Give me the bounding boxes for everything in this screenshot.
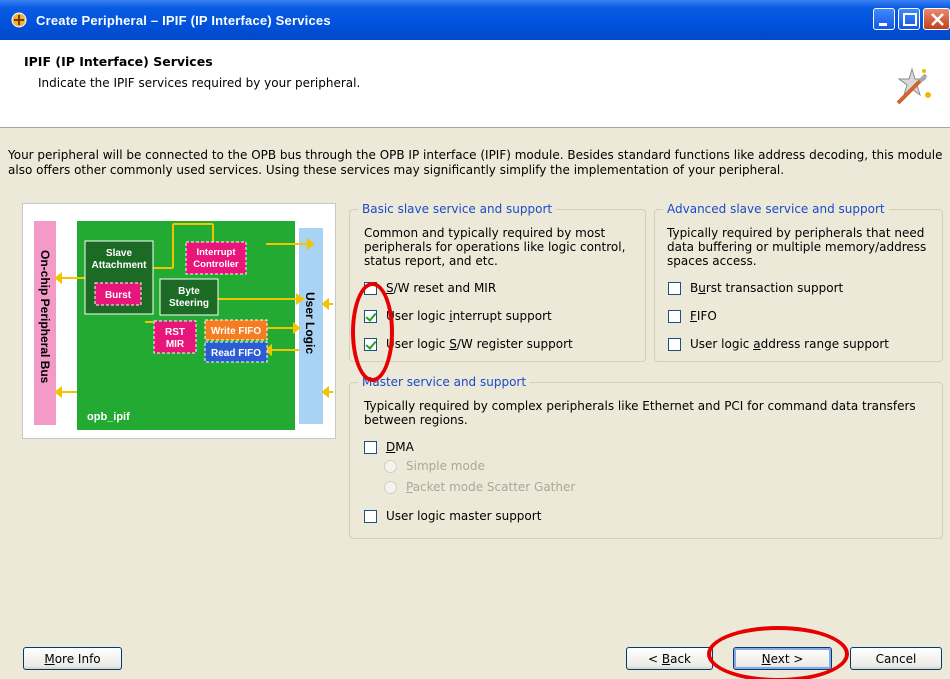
mir-label: MIR (166, 339, 185, 350)
burst-label: Burst (105, 290, 132, 301)
more-info-label: More Info (44, 651, 101, 666)
back-button[interactable]: < Back (626, 647, 713, 670)
user-logic-sw-register-label: User logic S/W register support (386, 337, 573, 351)
fifo-option[interactable]: FIFO (668, 309, 717, 323)
burst-transaction-label: Burst transaction support (690, 281, 844, 295)
byte-steering-label: Byte (178, 286, 200, 297)
fifo-checkbox[interactable] (668, 309, 681, 323)
advanced-slave-legend: Advanced slave service and support (663, 202, 889, 216)
simple-mode-label: Simple mode (406, 459, 485, 473)
address-range-option[interactable]: User logic address range support (668, 337, 889, 351)
back-label: < Back (647, 651, 691, 666)
close-icon (931, 13, 944, 26)
user-logic-interrupt-label: User logic interrupt support (386, 309, 552, 323)
page-title: IPIF (IP Interface) Services (24, 54, 213, 69)
close-button[interactable] (923, 8, 950, 30)
sw-reset-mir-label: S/W reset and MIR (386, 281, 497, 295)
advanced-slave-description: Typically required by peripherals that n… (667, 226, 927, 268)
slave-attachment-label: Slave (106, 248, 133, 259)
more-info-button[interactable]: More Info (23, 647, 122, 670)
fifo-label: FIFO (690, 309, 717, 323)
module-label: opb_ipif (87, 411, 130, 423)
packet-mode-radio[interactable] (384, 480, 397, 494)
master-support-checkbox[interactable] (364, 509, 377, 523)
burst-transaction-option[interactable]: Burst transaction support (668, 281, 843, 295)
simple-mode-radio[interactable] (384, 459, 397, 473)
address-range-label: User logic address range support (690, 337, 889, 351)
dma-label: DMA (386, 440, 414, 454)
maximize-icon (903, 13, 917, 26)
bus-label: On-chip Peripheral Bus (38, 250, 52, 384)
byte-steering-label-2: Steering (169, 298, 209, 309)
basic-slave-legend: Basic slave service and support (358, 202, 557, 216)
annotation-oval-checkboxes (351, 282, 394, 382)
master-support-option[interactable]: User logic master support (364, 509, 541, 523)
packet-mode-label: Packet mode Scatter Gather (406, 480, 576, 494)
interrupt-label-2: Controller (193, 259, 239, 270)
basic-slave-description: Common and typically required by most pe… (364, 226, 626, 268)
dma-option[interactable]: DMA (364, 440, 414, 454)
page-subtitle: Indicate the IPIF services required by y… (38, 76, 361, 90)
burst-transaction-checkbox[interactable] (668, 281, 681, 295)
intro-text: Your peripheral will be connected to the… (8, 148, 943, 177)
minimize-button[interactable] (873, 8, 895, 30)
ipif-diagram: On-chip Peripheral Bus User Logic opb_ip… (22, 203, 336, 439)
cancel-button[interactable]: Cancel (850, 647, 942, 670)
ipif-diagram-graphic: On-chip Peripheral Bus User Logic opb_ip… (34, 221, 333, 430)
master-description: Typically required by complex peripheral… (364, 399, 916, 427)
user-logic-label: User Logic (303, 292, 317, 354)
dma-checkbox[interactable] (364, 440, 377, 454)
slave-attachment-label-2: Attachment (91, 260, 147, 271)
interrupt-label: Interrupt (196, 247, 236, 258)
app-icon (11, 12, 27, 28)
master-legend: Master service and support (358, 375, 531, 389)
rst-label: RST (165, 327, 185, 338)
wizard-magic-icon (896, 67, 931, 105)
annotation-oval-next (707, 626, 849, 679)
packet-mode-option[interactable]: Packet mode Scatter Gather (384, 480, 575, 494)
simple-mode-option[interactable]: Simple mode (384, 459, 485, 473)
minimize-icon (879, 23, 887, 26)
title-bar: Create Peripheral – IPIF (IP Interface) … (0, 0, 950, 40)
write-fifo-label: Write FIFO (211, 326, 262, 337)
wizard-header: IPIF (IP Interface) Services Indicate th… (0, 40, 950, 128)
byte-steering-block (159, 278, 219, 316)
address-range-checkbox[interactable] (668, 337, 681, 351)
window-title: Create Peripheral – IPIF (IP Interface) … (36, 12, 331, 28)
user-logic-sw-register-option[interactable]: User logic S/W register support (364, 337, 573, 351)
cancel-label: Cancel (875, 651, 917, 666)
read-fifo-label: Read FIFO (211, 348, 261, 359)
master-support-label: User logic master support (386, 509, 542, 523)
maximize-button[interactable] (898, 8, 920, 30)
